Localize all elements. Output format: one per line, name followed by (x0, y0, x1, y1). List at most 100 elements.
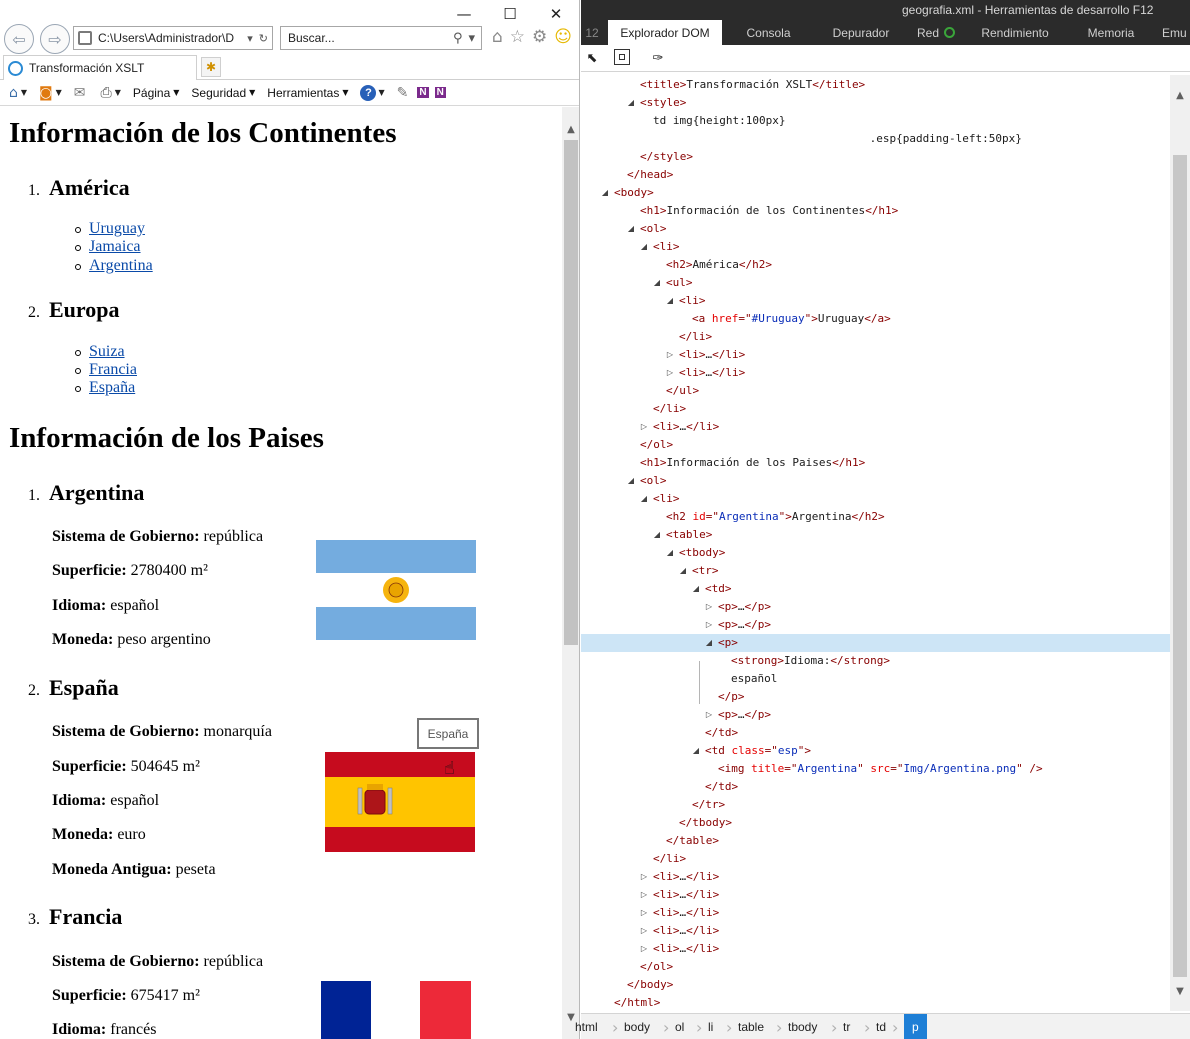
dom-node[interactable]: </tbody> (581, 814, 1170, 832)
collapse-triangle-icon[interactable]: ◢ (626, 472, 636, 490)
scroll-up-icon[interactable]: ▲ (562, 119, 579, 139)
dom-node[interactable]: </td> (581, 778, 1170, 796)
dom-node-selected[interactable]: ◢ <p> (581, 634, 1170, 652)
dom-node[interactable]: ◢ <ol> (581, 472, 1170, 490)
color-picker-icon[interactable]: ✑ (649, 49, 667, 67)
refresh-icon[interactable]: ↻ (259, 32, 268, 45)
breadcrumb-html[interactable]: html (575, 1014, 598, 1039)
dom-node[interactable]: <a href="#Uruguay">Uruguay</a> (581, 310, 1170, 328)
scrollbar-thumb[interactable] (1173, 155, 1187, 977)
dom-scrollbar[interactable]: ▲ ▼ (1170, 75, 1190, 1011)
collapse-triangle-icon[interactable]: ◢ (691, 580, 701, 598)
dom-node[interactable]: ◢ <li> (581, 292, 1170, 310)
onenote-linked-icon[interactable]: N (434, 87, 446, 98)
search-box[interactable]: Buscar... ⚲ ▾ (280, 26, 482, 50)
link-suiza[interactable]: Suiza (89, 343, 125, 361)
link-espana[interactable]: España (89, 379, 135, 397)
dom-node[interactable]: ◢ <table> (581, 526, 1170, 544)
collapse-triangle-icon[interactable]: ◢ (665, 292, 675, 310)
search-icon[interactable]: ⚲ (453, 31, 463, 46)
dom-node[interactable]: ▷ <li>…</li> (581, 868, 1170, 886)
help-icon[interactable]: ? (360, 84, 377, 101)
devtools-tab-f12[interactable]: 12 (581, 20, 603, 45)
address-bar[interactable]: C:\Users\Administrador\D ▾ ↻ (73, 26, 273, 50)
expand-triangle-icon[interactable]: ▷ (639, 904, 649, 922)
breadcrumb-p[interactable]: p (904, 1014, 927, 1039)
expand-triangle-icon[interactable]: ▷ (639, 886, 649, 904)
print-icon[interactable]: ⎙ (101, 85, 112, 101)
link-francia[interactable]: Francia (89, 361, 137, 379)
collapse-triangle-icon[interactable]: ◢ (665, 544, 675, 562)
dom-node[interactable]: ▷ <li>…</li> (581, 904, 1170, 922)
dom-node[interactable]: ◢ <tbody> (581, 544, 1170, 562)
dom-node[interactable]: </td> (581, 724, 1170, 742)
chevron-down-icon[interactable]: ▼ (378, 88, 384, 97)
dom-node[interactable]: </li> (581, 400, 1170, 418)
mail-icon[interactable]: ✉ (74, 85, 86, 101)
tab-memoria[interactable]: Memoria (1075, 20, 1147, 45)
dom-node[interactable]: </ol> (581, 436, 1170, 454)
dom-node[interactable]: td img{height:100px} (581, 112, 1170, 130)
forward-button[interactable]: ⇨ (40, 24, 70, 54)
dom-node[interactable]: <h1>Información de los Paises</h1> (581, 454, 1170, 472)
dom-node[interactable]: ▷ <li>…</li> (581, 922, 1170, 940)
dom-node[interactable]: ◢ <body> (581, 184, 1170, 202)
expand-triangle-icon[interactable]: ▷ (639, 922, 649, 940)
collapse-triangle-icon[interactable]: ◢ (600, 184, 610, 202)
menu-herramientas[interactable]: Herramientas ▼ (267, 86, 348, 100)
home-icon[interactable]: ⌂ (492, 27, 503, 47)
dom-node[interactable]: </p> (581, 688, 1170, 706)
tab-red[interactable]: Red (911, 20, 961, 45)
tab-depurador[interactable]: Depurador (821, 20, 901, 45)
dom-node[interactable]: ▷ <li>…</li> (581, 886, 1170, 904)
dom-node[interactable]: ◢ <li> (581, 490, 1170, 508)
dom-node[interactable]: </tr> (581, 796, 1170, 814)
dom-node[interactable]: </ul> (581, 382, 1170, 400)
dom-node[interactable]: </ol> (581, 958, 1170, 976)
expand-triangle-icon[interactable]: ▷ (704, 598, 714, 616)
chevron-down-icon[interactable]: ▼ (115, 88, 121, 97)
dom-node[interactable]: ◢ <style> (581, 94, 1170, 112)
scroll-down-icon[interactable]: ▼ (1170, 981, 1190, 1001)
search-input[interactable]: Buscar... (288, 31, 453, 45)
scroll-up-icon[interactable]: ▲ (1170, 85, 1190, 105)
breadcrumb-li[interactable]: li (708, 1014, 713, 1039)
chevron-down-icon[interactable]: ▼ (56, 88, 62, 97)
onenote-icon[interactable]: N (417, 87, 429, 98)
new-tab-button[interactable]: ✱ (201, 57, 221, 77)
dom-node[interactable]: <h2 id="Argentina">Argentina</h2> (581, 508, 1170, 526)
select-element-icon[interactable]: ⬉ (583, 49, 601, 67)
dom-node[interactable]: ▷ <li>…</li> (581, 418, 1170, 436)
dom-node[interactable]: ▷ <p>…</p> (581, 616, 1170, 634)
dom-node[interactable]: </li> (581, 328, 1170, 346)
dom-node[interactable]: </html> (581, 994, 1170, 1011)
dom-node[interactable]: ▷ <p>…</p> (581, 706, 1170, 724)
expand-triangle-icon[interactable]: ▷ (665, 364, 675, 382)
breadcrumb-table[interactable]: table (738, 1014, 764, 1039)
dom-node[interactable]: <strong>Idioma:</strong> (581, 652, 1170, 670)
back-button[interactable]: ⇦ (4, 24, 34, 54)
dom-node[interactable]: .esp{padding-left:50px} (581, 130, 1170, 148)
dom-node[interactable]: ◢ <ul> (581, 274, 1170, 292)
dom-node[interactable]: ◢ <td class="esp"> (581, 742, 1170, 760)
dom-node[interactable]: ▷ <li>…</li> (581, 364, 1170, 382)
breadcrumb-tbody[interactable]: tbody (788, 1014, 817, 1039)
dom-node[interactable]: ▷ <p>…</p> (581, 598, 1170, 616)
dom-node[interactable]: </style> (581, 148, 1170, 166)
dom-node[interactable]: </li> (581, 850, 1170, 868)
smiley-feedback-icon[interactable]: ☺ (554, 27, 572, 47)
dropdown-icon[interactable]: ▾ (247, 32, 253, 45)
expand-triangle-icon[interactable]: ▷ (704, 706, 714, 724)
browser-tab[interactable]: Transformación XSLT (3, 55, 197, 80)
search-dropdown-icon[interactable]: ▾ (468, 31, 475, 46)
link-argentina[interactable]: Argentina (89, 257, 153, 275)
chevron-down-icon[interactable]: ▼ (21, 88, 27, 97)
expand-triangle-icon[interactable]: ▷ (639, 868, 649, 886)
favorites-star-icon[interactable]: ☆ (510, 27, 525, 47)
collapse-triangle-icon[interactable]: ◢ (626, 220, 636, 238)
menu-pagina[interactable]: Página ▼ (133, 86, 180, 100)
expand-triangle-icon[interactable]: ▷ (639, 418, 649, 436)
collapse-triangle-icon[interactable]: ◢ (691, 742, 701, 760)
tab-consola[interactable]: Consola (731, 20, 806, 45)
dom-node[interactable]: ◢ <tr> (581, 562, 1170, 580)
